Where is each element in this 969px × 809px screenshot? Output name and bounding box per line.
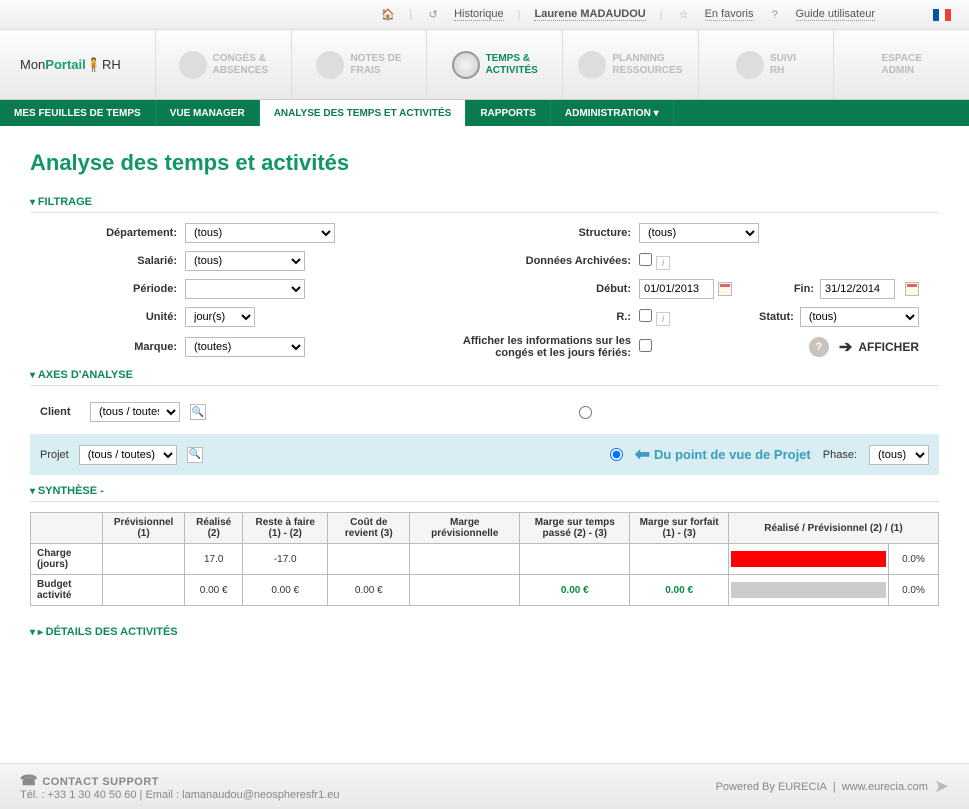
top-bar: 🏠 | ↺ Historique | Laurene MADAUDOU | ☆ … <box>0 0 969 30</box>
afficher-info-checkbox[interactable] <box>639 339 652 352</box>
afficher-button[interactable]: ➔AFFICHER <box>839 337 919 357</box>
help-icon: ? <box>768 8 782 22</box>
projet-radio[interactable] <box>610 448 623 461</box>
progress-bar <box>731 582 886 598</box>
tab-analyse[interactable]: ANALYSE DES TEMPS ET ACTIVITÉS <box>260 100 467 126</box>
projet-label: Projet <box>40 449 69 461</box>
r-label: R.: <box>459 311 639 323</box>
help-button-icon[interactable]: ? <box>809 337 829 357</box>
tab-feuilles[interactable]: MES FEUILLES DE TEMPS <box>0 100 156 126</box>
module-notes[interactable]: NOTES DEFRAIS <box>291 30 427 100</box>
search-icon[interactable]: 🔍 <box>187 447 203 463</box>
clock-icon <box>452 51 480 79</box>
departement-label: Département: <box>30 227 185 239</box>
section-filtrage[interactable]: FILTRAGE <box>30 196 939 213</box>
section-details[interactable]: ▸ DÉTAILS DES ACTIVITÉS <box>30 626 939 642</box>
page-title: Analyse des temps et activités <box>30 150 939 176</box>
axis-projet-row: Projet (tous / toutes) 🔍 ⬅Du point de vu… <box>30 434 939 475</box>
sub-nav: MES FEUILLES DE TEMPS VUE MANAGER ANALYS… <box>0 100 969 126</box>
archived-label: Données Archivées: <box>459 255 639 267</box>
calendar-icon[interactable] <box>905 282 919 296</box>
marque-label: Marque: <box>30 341 185 353</box>
client-select[interactable]: (tous / toutes) <box>90 402 180 422</box>
star-icon: ☆ <box>677 8 691 22</box>
info-icon[interactable]: i <box>656 312 670 326</box>
module-admin[interactable]: ESPACEADMIN <box>833 30 969 100</box>
structure-label: Structure: <box>459 227 639 239</box>
search-icon[interactable]: 🔍 <box>190 404 206 420</box>
salarie-select[interactable]: (tous) <box>185 251 305 271</box>
salarie-label: Salarié: <box>30 255 185 267</box>
footer: ☎ CONTACT SUPPORT Tél. : +33 1 30 40 50 … <box>0 763 969 809</box>
progress-bar <box>731 551 886 567</box>
arrow-icon: ➤ <box>934 776 949 797</box>
module-planning[interactable]: PLANNINGRESSOURCES <box>562 30 698 100</box>
axis-client-row: Client (tous / toutes) 🔍 <box>30 396 559 428</box>
module-suivi[interactable]: SUIVIRH <box>698 30 834 100</box>
calculator-icon <box>316 51 344 79</box>
statut-label: Statut: <box>759 311 794 323</box>
info-icon[interactable]: i <box>656 256 670 270</box>
client-radio[interactable] <box>579 406 592 419</box>
module-conges[interactable]: CONGÉS &ABSENCES <box>155 30 291 100</box>
phase-label: Phase: <box>823 449 857 461</box>
contact-label: ☎ CONTACT SUPPORT <box>20 772 339 789</box>
debut-label: Début: <box>459 283 639 295</box>
powered-by: Powered By EURECIA <box>716 781 827 793</box>
debut-input[interactable] <box>639 279 714 299</box>
client-label: Client <box>40 406 80 418</box>
unite-select[interactable]: jour(s) <box>185 307 255 327</box>
tab-admin[interactable]: ADMINISTRATION ▾ <box>551 100 674 126</box>
projet-select[interactable]: (tous / toutes) <box>79 445 177 465</box>
table-row: Budget activité 0.00 € 0.00 € 0.00 € 0.0… <box>31 575 939 606</box>
periode-select[interactable] <box>185 279 305 299</box>
history-icon: ↺ <box>426 8 440 22</box>
user-link[interactable]: Laurene MADAUDOU <box>534 8 645 21</box>
table-row: Charge (jours) 17.0 -17.0 0.0% <box>31 544 939 575</box>
archived-checkbox[interactable] <box>639 253 652 266</box>
pov-label: ⬅Du point de vue de Projet <box>635 444 811 465</box>
phase-select[interactable]: (tous) <box>869 445 929 465</box>
favorites-link[interactable]: En favoris <box>705 8 754 21</box>
calendar-icon[interactable] <box>718 282 732 296</box>
fin-label: Fin: <box>794 283 814 295</box>
filter-form: Département: (tous) Structure: (tous) Sa… <box>30 223 939 359</box>
r-checkbox[interactable] <box>639 309 652 322</box>
statut-select[interactable]: (tous) <box>800 307 919 327</box>
tab-manager[interactable]: VUE MANAGER <box>156 100 260 126</box>
departement-select[interactable]: (tous) <box>185 223 335 243</box>
section-axes[interactable]: AXES D'ANALYSE <box>30 369 939 386</box>
history-link[interactable]: Historique <box>454 8 504 21</box>
flag-fr-icon[interactable] <box>933 9 951 21</box>
module-temps[interactable]: TEMPS &ACTIVITÉS <box>426 30 562 100</box>
home-icon[interactable]: 🏠 <box>381 8 395 22</box>
header-nav: MonPortail🧍RH CONGÉS &ABSENCES NOTES DEF… <box>0 30 969 100</box>
arrow-left-icon: ⬅ <box>635 444 650 465</box>
calendar-icon <box>578 51 606 79</box>
fin-input[interactable] <box>820 279 895 299</box>
tab-rapports[interactable]: RAPPORTS <box>466 100 551 126</box>
people-icon <box>736 51 764 79</box>
structure-select[interactable]: (tous) <box>639 223 759 243</box>
arrow-right-icon: ➔ <box>839 337 852 357</box>
guide-link[interactable]: Guide utilisateur <box>796 8 876 21</box>
synthese-table: Prévisionnel (1) Réalisé (2) Reste à fai… <box>30 512 939 606</box>
marque-select[interactable]: (toutes) <box>185 337 305 357</box>
flipflop-icon <box>179 51 207 79</box>
afficher-info-label: Afficher les informations sur les congés… <box>459 335 639 359</box>
contact-details: Tél. : +33 1 30 40 50 60 | Email : laman… <box>20 789 339 801</box>
unite-label: Unité: <box>30 311 185 323</box>
periode-label: Période: <box>30 283 185 295</box>
modules: CONGÉS &ABSENCES NOTES DEFRAIS TEMPS &AC… <box>155 30 969 100</box>
logo: MonPortail🧍RH <box>0 57 155 73</box>
site-link[interactable]: www.eurecia.com <box>842 781 928 793</box>
section-synthese[interactable]: SYNTHÈSE - <box>30 485 939 502</box>
